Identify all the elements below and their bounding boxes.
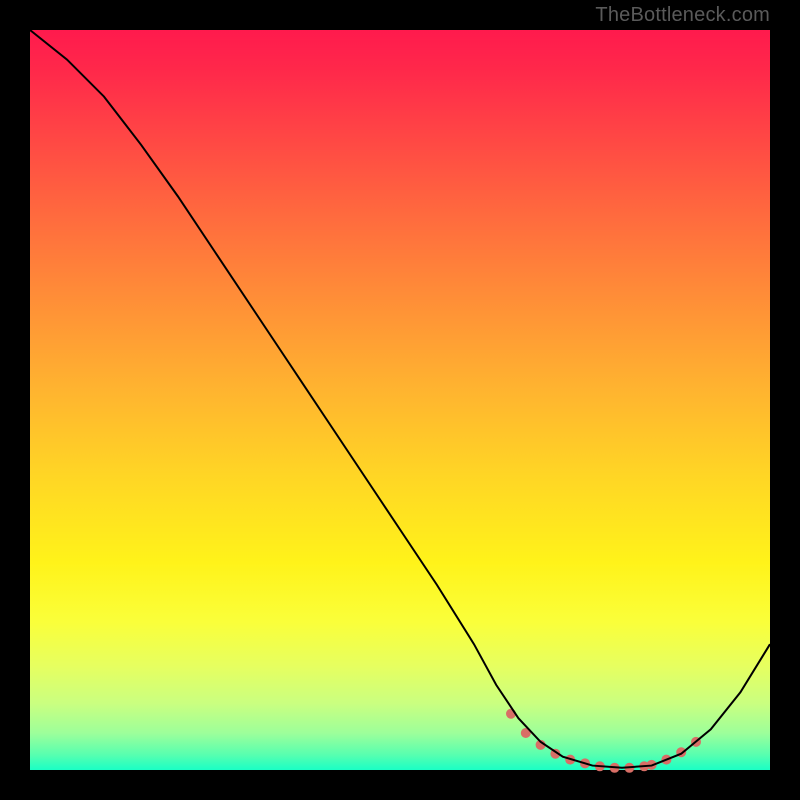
bottleneck-curve (30, 30, 770, 768)
optimal-band-markers (506, 709, 701, 773)
chart-svg (30, 30, 770, 770)
plot-area (30, 30, 770, 770)
attribution-text: TheBottleneck.com (595, 4, 770, 27)
chart-container: TheBottleneck.com (0, 0, 800, 800)
